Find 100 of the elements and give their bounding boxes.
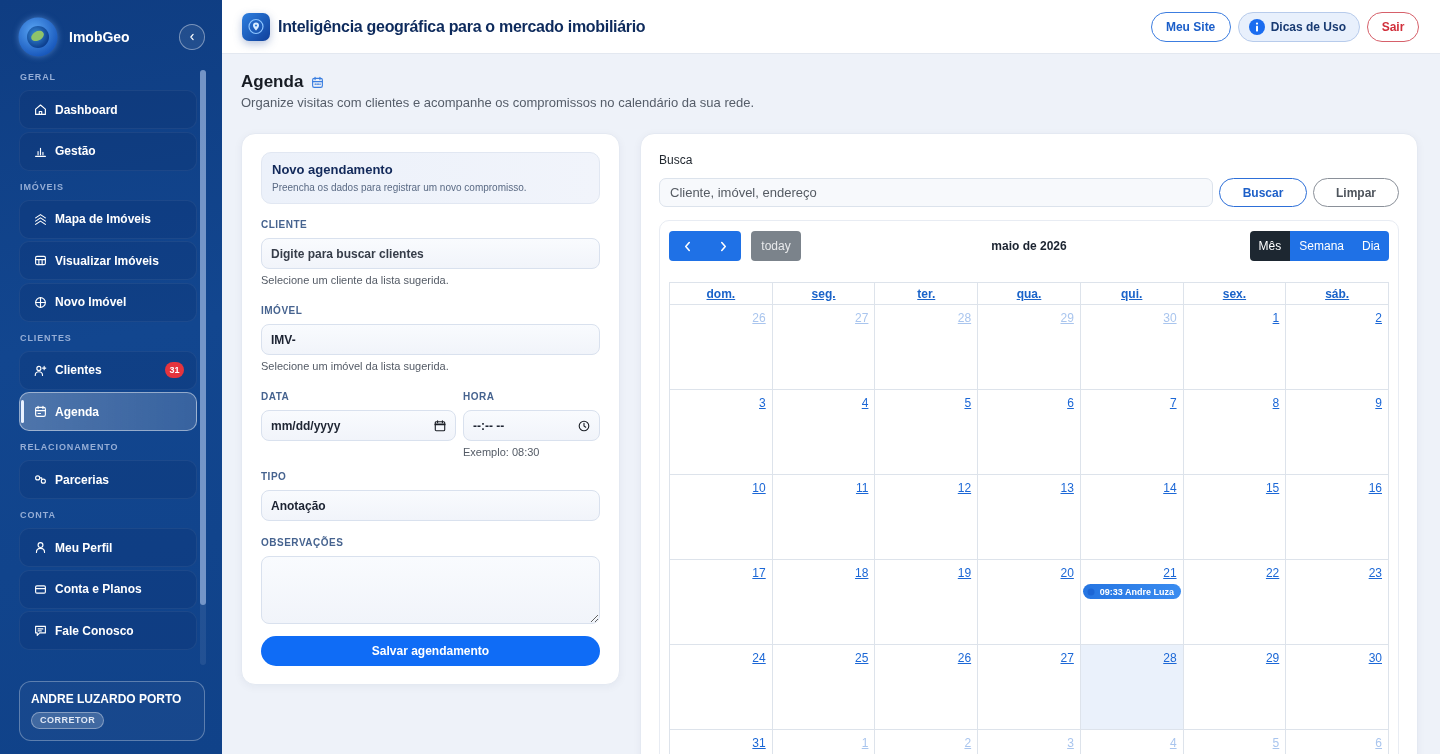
weekday-link[interactable]: sex. xyxy=(1222,286,1247,301)
day-number[interactable]: 18 xyxy=(855,565,869,582)
field-label: OBSERVAÇÕES xyxy=(261,537,345,549)
weekday-link[interactable]: qua. xyxy=(1016,286,1042,301)
day-number[interactable]: 3 xyxy=(759,395,766,412)
nav-item[interactable]: Conta e Planos xyxy=(19,569,197,609)
event-chip[interactable]: 09:33 Andre Luza xyxy=(1082,584,1181,599)
header-button[interactable]: Sair xyxy=(1367,11,1419,42)
day-number[interactable]: 19 xyxy=(957,565,972,582)
weekday-link[interactable]: dom. xyxy=(706,286,736,301)
day-number[interactable]: 11 xyxy=(855,480,869,497)
day-number[interactable]: 31 xyxy=(752,735,766,752)
day-number[interactable]: 5 xyxy=(964,395,972,412)
day-number[interactable]: 30 xyxy=(1368,650,1382,667)
nav-item[interactable]: Clientes 31 xyxy=(19,350,197,390)
day-number[interactable]: 29 xyxy=(1265,650,1280,667)
save-button[interactable]: Salvar agendamento xyxy=(261,636,600,666)
day-number[interactable]: 13 xyxy=(1060,480,1074,497)
day-number[interactable]: 16 xyxy=(1368,480,1382,497)
field-label: IMÓVEL xyxy=(261,305,304,317)
day-number[interactable]: 21 xyxy=(1163,565,1177,582)
day-number[interactable]: 27 xyxy=(1060,650,1074,667)
calendar-icon xyxy=(34,405,47,418)
header-button[interactable]: Meu Site xyxy=(1150,11,1231,42)
nav-item[interactable]: Fale Conosco xyxy=(19,611,197,650)
day-number[interactable]: 10 xyxy=(752,480,766,497)
calendar-icon xyxy=(311,75,325,89)
circle-plus-icon xyxy=(34,295,47,309)
user-name: ANDRE LUZARDO PORTO xyxy=(31,691,183,707)
count-badge: 31 xyxy=(165,362,184,378)
nav-item[interactable]: Meu Perfil xyxy=(19,528,197,567)
nav-item[interactable]: Mapa de Imóveis xyxy=(19,199,197,239)
nav-item[interactable]: Parcerias xyxy=(19,460,197,499)
app-title: Inteligência geográfica para o mercado imobiliário xyxy=(278,17,646,36)
next-button[interactable] xyxy=(705,231,741,261)
day-number[interactable]: 7 xyxy=(1169,395,1177,412)
day-number[interactable]: 25 xyxy=(855,650,869,667)
search-button[interactable]: Buscar xyxy=(1219,178,1307,207)
day-number[interactable]: 6 xyxy=(1067,395,1074,412)
help-text: Selecione um cliente da lista sugerida. xyxy=(261,273,450,287)
field-label: CLIENTE xyxy=(261,219,309,231)
nav-item[interactable]: Novo Imóvel xyxy=(19,282,197,322)
role-badge: CORRETOR xyxy=(31,712,105,729)
field-label: HORA xyxy=(463,391,496,403)
collapse-button[interactable] xyxy=(179,24,205,50)
search-field[interactable]: Cliente, imóvel, endereço xyxy=(659,178,1213,207)
help-text: Selecione um imóvel da lista sugerida. xyxy=(261,359,450,373)
nav-item[interactable]: Agenda xyxy=(19,392,197,431)
map-pin-icon xyxy=(242,12,270,41)
day-number[interactable]: 9 xyxy=(1375,395,1382,412)
grid-icon xyxy=(34,254,47,267)
card-icon xyxy=(34,582,47,596)
day-number[interactable]: 1 xyxy=(1272,310,1280,327)
header-button[interactable]: Dicas de Uso xyxy=(1237,11,1360,42)
day-number[interactable]: 26 xyxy=(957,650,972,667)
link-icon xyxy=(34,473,47,486)
help-text: Exemplo: 08:30 xyxy=(463,445,541,459)
calendar-title: maio de 2026 xyxy=(991,239,1067,253)
chevron-left-icon xyxy=(189,33,195,41)
day-number[interactable]: 23 xyxy=(1368,565,1382,582)
nav-item[interactable]: Gestão xyxy=(19,131,197,171)
page-title: Agenda xyxy=(241,71,304,93)
section-label: IMÓVEIS xyxy=(20,180,65,193)
day-number[interactable]: 14 xyxy=(1163,480,1177,497)
user-plus-icon xyxy=(34,363,47,377)
day-number[interactable]: 8 xyxy=(1272,395,1280,412)
property-field[interactable]: IMV- xyxy=(261,324,600,355)
day-number[interactable]: 2 xyxy=(1375,310,1382,327)
date-field[interactable]: mm/dd/yyyy xyxy=(261,410,456,441)
time-field[interactable]: --:-- -- xyxy=(463,410,600,441)
brand-name: ImobGeo xyxy=(69,29,130,45)
prev-button[interactable] xyxy=(669,231,705,261)
nav-item[interactable]: Dashboard xyxy=(19,90,197,129)
view-tab[interactable]: Mês xyxy=(1249,231,1291,261)
notes-field[interactable] xyxy=(261,556,600,624)
dot-icon xyxy=(1086,587,1095,596)
calendar-icon xyxy=(434,419,446,432)
day-number[interactable]: 4 xyxy=(861,395,869,412)
day-number[interactable]: 12 xyxy=(957,480,972,497)
form-subtitle: Preencha os dados para registrar um novo compromisso. xyxy=(272,181,528,194)
day-number[interactable]: 15 xyxy=(1265,480,1280,497)
view-tab[interactable]: Semana xyxy=(1290,231,1353,261)
weekday-link[interactable]: sáb. xyxy=(1325,286,1350,301)
type-select[interactable]: Anotação xyxy=(261,490,600,521)
day-number[interactable]: 17 xyxy=(752,565,766,582)
chevron-right-icon xyxy=(719,240,727,252)
client-field[interactable]: Digite para buscar clientes xyxy=(261,238,600,269)
section-label: RELACIONAMENTO xyxy=(20,441,120,453)
view-tab[interactable]: Dia xyxy=(1353,231,1389,261)
weekday-link[interactable]: qui. xyxy=(1121,286,1143,301)
clear-button[interactable]: Limpar xyxy=(1313,178,1399,207)
home-icon xyxy=(34,103,47,116)
weekday-link[interactable]: seg. xyxy=(811,286,836,301)
day-number[interactable]: 22 xyxy=(1265,565,1280,582)
nav-item[interactable]: Visualizar Imóveis xyxy=(19,241,197,280)
day-number[interactable]: 20 xyxy=(1060,565,1074,582)
chevron-left-icon xyxy=(683,240,691,252)
day-number[interactable]: 24 xyxy=(752,650,766,667)
day-number[interactable]: 28 xyxy=(1163,650,1177,667)
weekday-link[interactable]: ter. xyxy=(917,286,936,301)
